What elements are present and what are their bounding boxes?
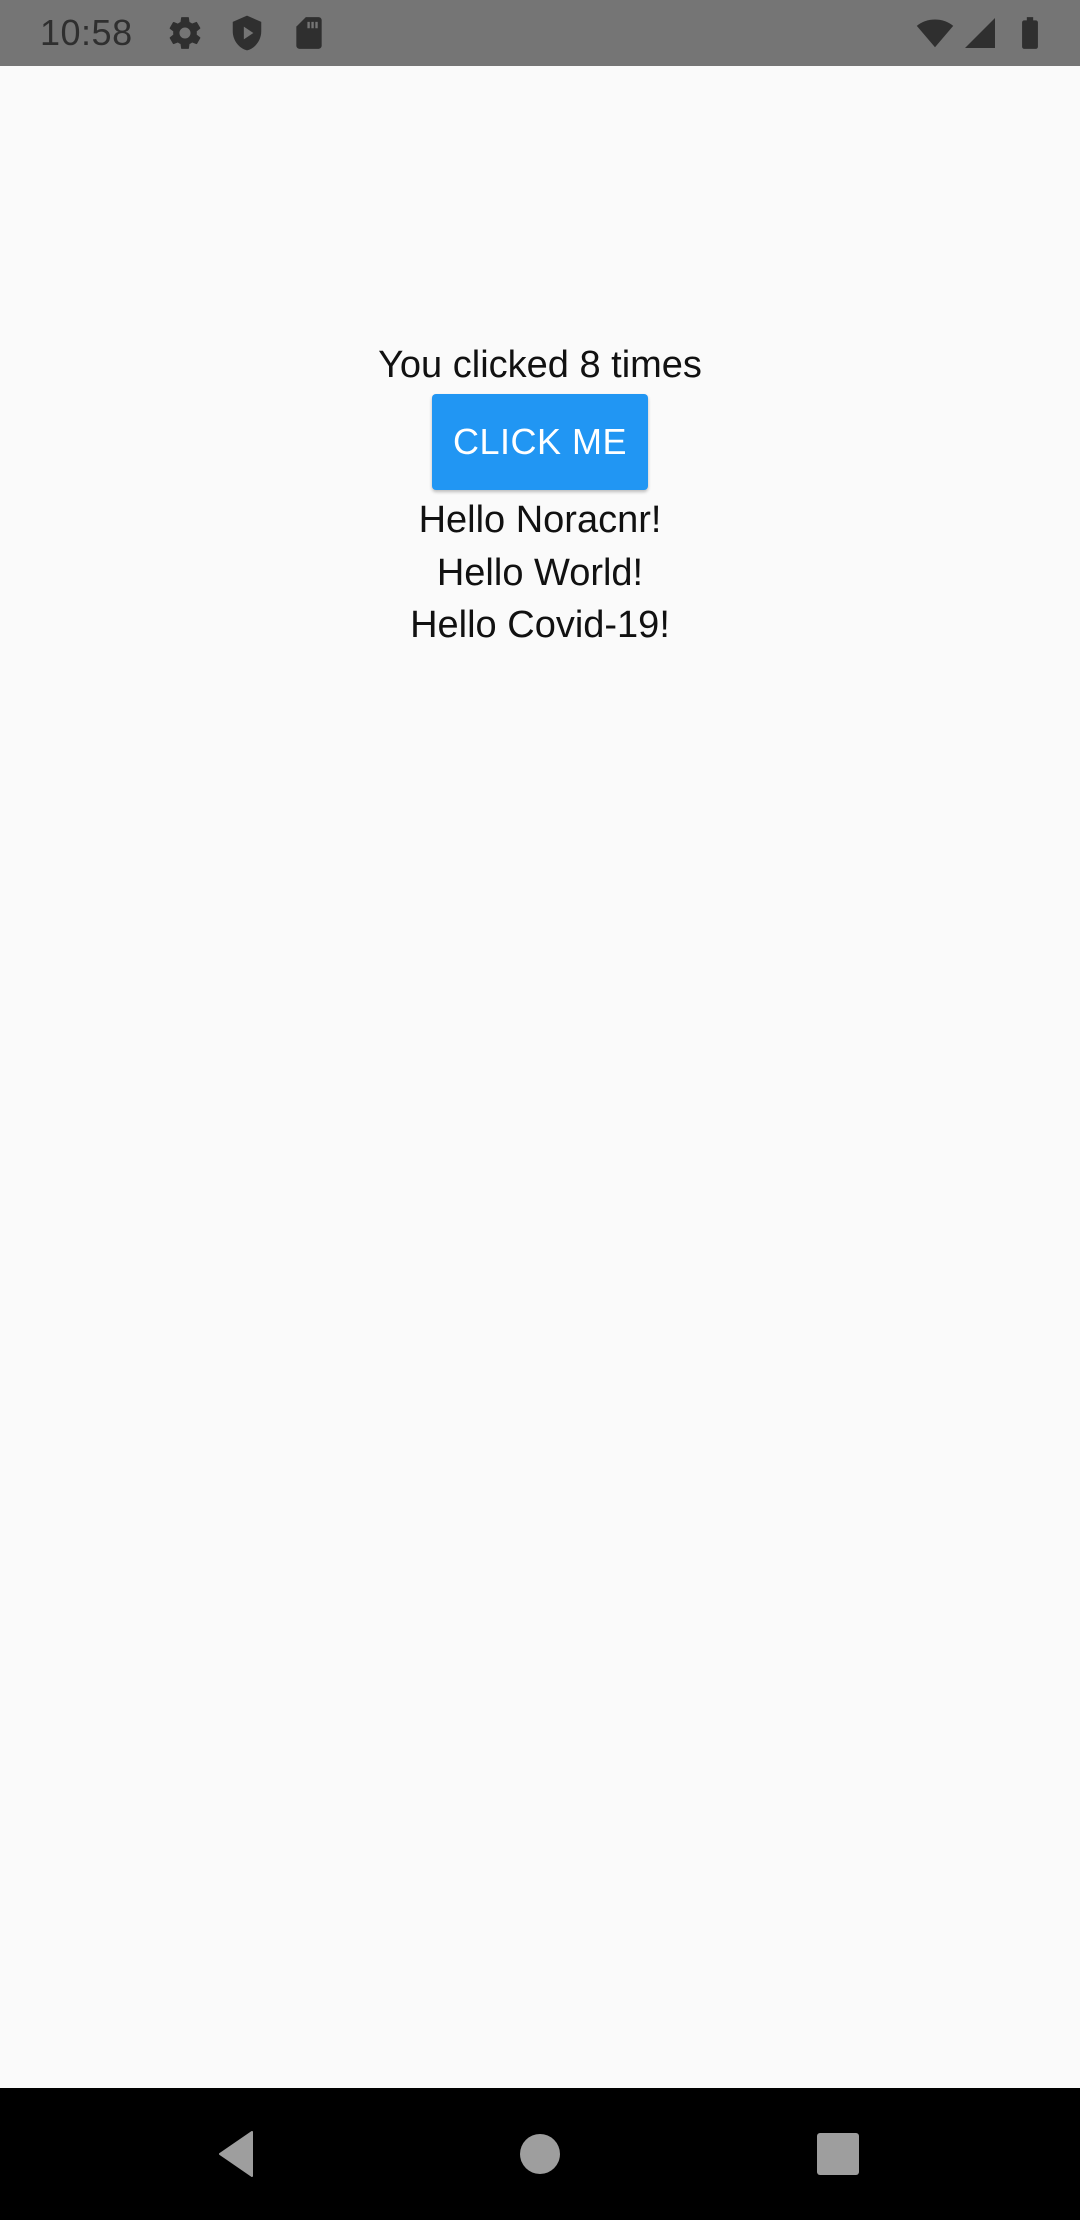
wifi-icon [914,14,956,52]
click-me-button[interactable]: CLICK ME [432,394,648,490]
main-content: You clicked 8 times CLICK ME Hello Norac… [0,66,1080,2088]
greeting-text: Hello Noracnr! [418,499,662,541]
gear-icon [166,14,204,52]
greeting-text: Hello Covid-19! [410,604,670,647]
status-bar: 10:58 [0,0,1080,66]
greeting-text: Hello World! [436,551,644,594]
cell-signal-icon [962,14,998,52]
shield-play-icon [228,14,266,52]
sd-card-icon [290,14,328,52]
navigation-bar [0,2088,1080,2220]
battery-icon [1010,14,1050,52]
click-count-text: You clicked 8 times [378,344,702,386]
greeting-list: Hello Noracnr! Hello World! Hello Covid-… [0,494,1080,652]
home-icon[interactable] [512,2126,568,2182]
back-icon[interactable] [212,2126,268,2182]
recents-icon[interactable] [810,2126,866,2182]
status-time: 10:58 [40,12,133,53]
